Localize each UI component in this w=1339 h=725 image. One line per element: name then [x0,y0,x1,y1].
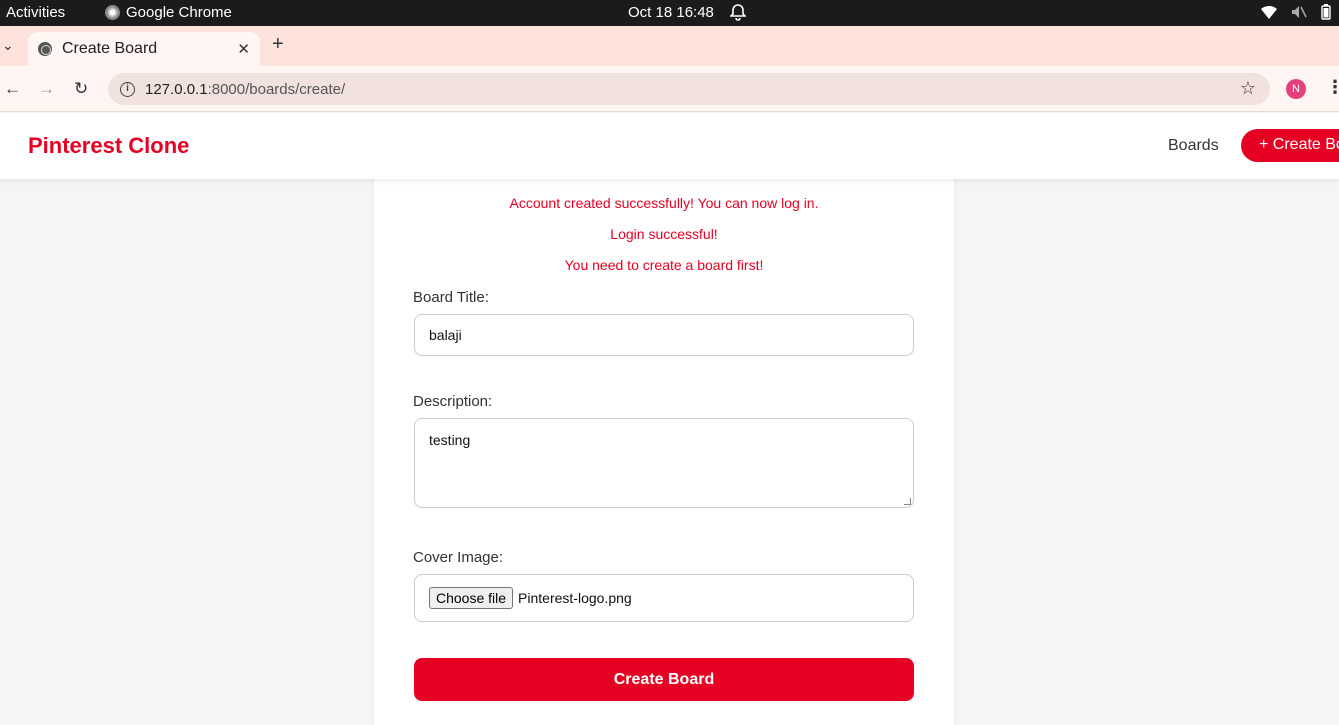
nav-boards-link[interactable]: Boards [1168,137,1219,155]
flash-message: Account created successfully! You can no… [509,195,819,211]
site-logo[interactable]: Pinterest Clone [28,133,189,159]
create-board-submit-button[interactable]: Create Board [414,658,914,701]
globe-icon [38,42,52,56]
new-tab-button[interactable]: + [272,33,284,56]
forward-icon[interactable]: → [38,79,55,99]
wifi-icon [1261,6,1277,19]
address-bar[interactable]: i 127.0.0.1:8000/boards/create/ ☆ [108,73,1270,105]
app-name: Google Chrome [126,4,232,21]
battery-icon [1321,4,1331,20]
activities-button[interactable]: Activities [6,4,65,21]
create-board-card: Account created successfully! You can no… [374,179,954,725]
profile-avatar[interactable]: N [1286,79,1306,99]
tab-search-icon[interactable]: ⌄ [2,37,14,54]
system-tray[interactable] [1261,4,1331,20]
reload-icon[interactable]: ↻ [74,79,88,99]
board-title-input[interactable]: balaji [414,314,914,356]
choose-file-button[interactable]: Choose file [429,587,514,609]
flash-message: You need to create a board first! [564,257,764,273]
menu-kebab-icon[interactable]: ⋮ [1326,77,1339,98]
create-board-nav-button[interactable]: + Create Board [1241,129,1339,162]
site-info-icon[interactable]: i [120,81,135,97]
cover-image-file-input[interactable]: Choose file Pinterest-logo.png [414,574,914,622]
volume-muted-icon [1292,6,1307,18]
app-menu[interactable]: Google Chrome [105,4,232,21]
flash-message: Login successful! [610,226,718,242]
resize-handle[interactable] [904,498,911,505]
description-value: testing [429,432,471,448]
site-header: Pinterest Clone Boards + Create Board [0,113,1339,179]
description-label: Description: [413,393,493,410]
file-name: Pinterest-logo.png [518,590,632,606]
tab-create-board[interactable]: Create Board ✕ [28,32,260,66]
tab-title: Create Board [62,40,158,57]
url-path: :8000/boards/create/ [207,80,346,98]
chrome-icon [105,5,120,20]
board-title-label: Board Title: [413,289,489,306]
url-host: 127.0.0.1 [145,80,208,98]
back-icon[interactable]: ← [4,79,21,99]
clock[interactable]: Oct 18 16:48 [628,4,714,21]
tab-strip: ⌄ Create Board ✕ [0,26,1339,66]
cover-image-label: Cover Image: [413,549,504,566]
bookmark-star-icon[interactable]: ☆ [1240,78,1256,99]
description-textarea[interactable]: testing [414,418,914,508]
toolbar: ← → ↻ i 127.0.0.1:8000/boards/create/ ☆ … [0,66,1339,112]
os-top-bar: Activities Google Chrome Oct 18 16:48 [0,0,1339,26]
close-icon[interactable]: ✕ [237,40,250,58]
alarm-icon [729,3,747,25]
